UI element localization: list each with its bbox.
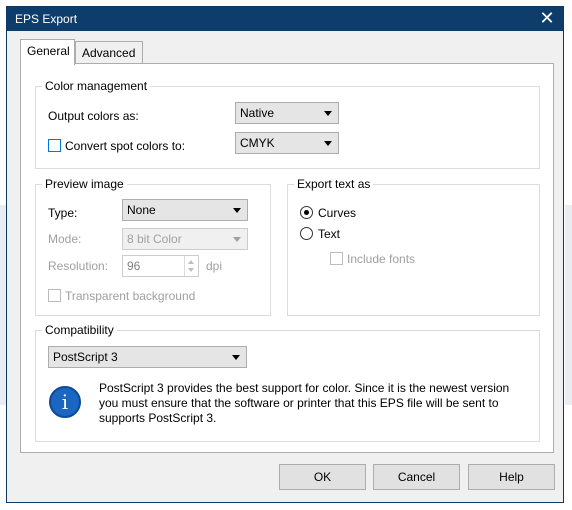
text-radio[interactable] [300,227,313,240]
spin-down-icon [188,268,194,272]
convert-spot-checkbox[interactable] [48,139,61,152]
help-button[interactable]: Help [468,464,555,490]
transparent-background-label[interactable]: Transparent background [65,289,195,303]
color-management-group: Color management Output colors as: Nativ… [35,79,540,169]
output-colors-label: Output colors as: [48,109,139,123]
curves-label[interactable]: Curves [318,206,356,220]
preview-image-group: Preview image Type: None Mode: 8 bit Col… [35,177,271,316]
group-title: Export text as [294,177,374,191]
spot-colors-select[interactable]: CMYK [235,132,339,154]
general-panel: Color management Output colors as: Nativ… [20,63,554,453]
include-fonts-label[interactable]: Include fonts [347,252,415,266]
resolution-spinner[interactable]: 96 [122,255,199,277]
spot-colors-value: CMYK [240,136,275,150]
compatibility-select[interactable]: PostScript 3 [48,346,247,368]
output-colors-select[interactable]: Native [235,102,339,124]
cancel-button[interactable]: Cancel [373,464,460,490]
chevron-down-icon [233,208,241,213]
group-title: Compatibility [42,323,117,337]
mode-value: 8 bit Color [127,232,182,246]
title-bar: EPS Export ✕ [7,7,563,31]
chevron-down-icon [324,141,332,146]
background-window [565,205,572,405]
close-icon[interactable]: ✕ [535,7,559,31]
radio-dot [304,210,309,215]
resolution-unit: dpi [206,259,223,273]
window-title: EPS Export [15,12,78,26]
chevron-down-icon [232,355,240,360]
include-fonts-checkbox[interactable] [330,252,343,265]
chevron-down-icon [324,111,332,116]
type-select[interactable]: None [122,199,248,221]
type-label: Type: [48,206,78,220]
compatibility-value: PostScript 3 [53,350,118,364]
mode-label: Mode: [48,232,82,246]
ok-button[interactable]: OK [279,464,366,490]
resolution-value: 96 [127,259,141,273]
mode-select[interactable]: 8 bit Color [122,228,248,250]
transparent-background-checkbox[interactable] [48,289,61,302]
tab-general[interactable]: General [20,39,75,65]
spinner-buttons[interactable] [184,256,198,276]
group-title: Preview image [42,177,127,191]
compatibility-group: Compatibility PostScript 3 i PostScript … [35,323,540,442]
tab-advanced[interactable]: Advanced [75,41,143,65]
resolution-label: Resolution: [48,259,109,273]
chevron-down-icon [233,237,241,242]
text-label[interactable]: Text [318,227,340,241]
eps-export-dialog: EPS Export ✕ General Advanced Color mana… [6,6,564,503]
convert-spot-label[interactable]: Convert spot colors to: [65,139,185,153]
type-value: None [127,203,156,217]
export-text-group: Export text as Curves Text Include fonts [287,177,540,316]
curves-radio[interactable] [300,206,313,219]
output-colors-value: Native [240,106,275,120]
group-title: Color management [42,79,151,93]
info-icon: i [49,386,81,418]
spin-up-icon [188,260,194,264]
compatibility-info: PostScript 3 provides the best support f… [99,381,510,425]
